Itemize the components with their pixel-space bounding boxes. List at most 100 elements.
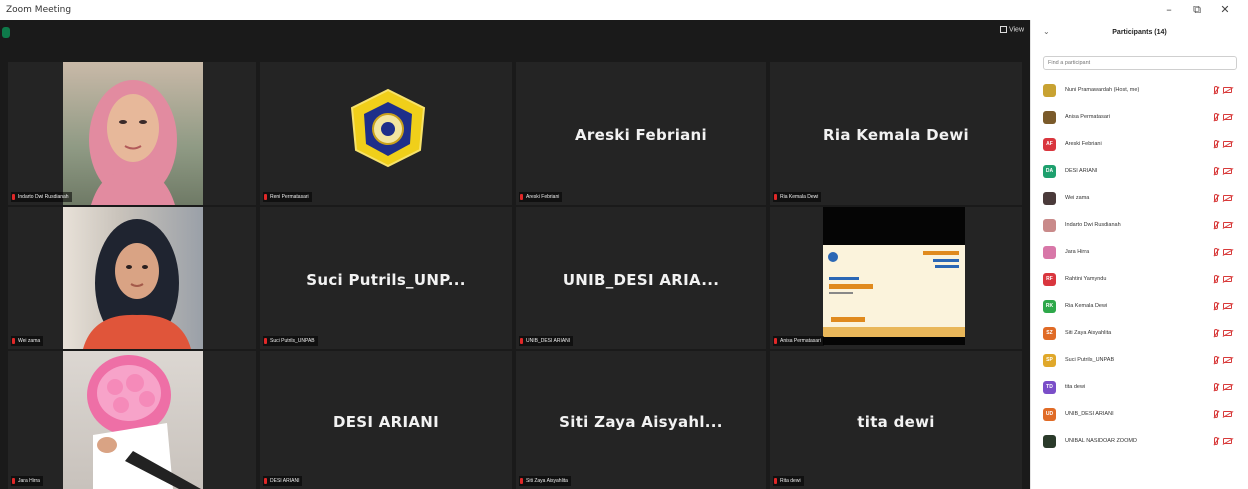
participant-avatar (1043, 246, 1056, 259)
participant-row[interactable]: Nuni Pramawardah (Host, me) (1043, 78, 1237, 105)
participant-status-icons (1214, 221, 1234, 230)
restore-button[interactable]: ⧉ (1186, 2, 1208, 18)
video-tile[interactable]: UNIB_DESI ARIA... UNIB_DESI ARIANI (516, 207, 766, 349)
participants-title: Participants (14) (1112, 29, 1167, 36)
participant-row[interactable]: Anisa Permatasari (1043, 105, 1237, 132)
participant-row[interactable]: AF Areski Febriani (1043, 132, 1237, 159)
mic-muted-icon (1214, 221, 1218, 229)
minimize-button[interactable]: – (1158, 2, 1180, 18)
mic-muted-icon (1214, 113, 1218, 121)
participant-row[interactable]: UNIBAL NASIDOAR ZOOMD (1043, 429, 1237, 456)
video-tile[interactable]: tita dewi Rita dewi (770, 351, 1022, 489)
participant-avatar (1043, 435, 1056, 448)
participant-name: UNIB_DESI ARIANI (1065, 411, 1114, 417)
window-titlebar: Zoom Meeting – ⧉ ✕ (0, 0, 1248, 20)
participant-name: Wei zama (1065, 195, 1090, 201)
mic-muted-icon (774, 477, 777, 484)
mic-muted-icon (264, 337, 267, 344)
participant-status-icons (1214, 383, 1234, 392)
participant-status-icons (1214, 194, 1234, 203)
participant-name-label: UNIB_DESI ARIANI (519, 336, 574, 346)
mic-muted-icon (1214, 275, 1218, 283)
participant-row[interactable]: RF Rahtini Yamyndu (1043, 267, 1237, 294)
participant-status-icons (1214, 86, 1234, 95)
video-off-icon (1223, 438, 1232, 444)
mic-muted-icon (1214, 437, 1218, 445)
participant-name-label: DESI ARIANI (263, 476, 303, 486)
participant-avatar (1043, 192, 1056, 205)
participant-avatar (1043, 111, 1056, 124)
video-tile[interactable]: Jara Hirra (8, 351, 256, 489)
mic-muted-icon (1214, 329, 1218, 337)
mic-muted-icon (520, 193, 523, 200)
participants-panel: ⌄ Participants (14) Nuni Pramawardah (Ho… (1030, 20, 1248, 489)
mic-muted-icon (774, 337, 777, 344)
video-tile[interactable]: Suci Putrils_UNP... Suci Putrils_UNPAB (260, 207, 512, 349)
video-tile[interactable]: Wei zama (8, 207, 256, 349)
participant-name: Anisa Permatasari (1065, 114, 1110, 120)
video-off-icon (1223, 384, 1232, 390)
video-tile[interactable]: Reni Permatasari (260, 62, 512, 205)
participant-row[interactable]: Jara Hirra (1043, 240, 1237, 267)
view-label: View (1008, 26, 1024, 34)
participant-row[interactable]: TD tita dewi (1043, 375, 1237, 402)
mic-muted-icon (1214, 383, 1218, 391)
gallery-grid-icon (999, 26, 1007, 33)
mic-muted-icon (1214, 167, 1218, 175)
participant-name: tita dewi (1065, 384, 1086, 390)
participant-avatar: RF (1043, 273, 1056, 286)
participant-video (63, 351, 203, 489)
participant-row[interactable]: RK Ria Kemala Dewi (1043, 294, 1237, 321)
university-logo (344, 88, 432, 168)
video-off-icon (1223, 249, 1232, 255)
security-shield-icon[interactable] (2, 27, 10, 38)
participant-search-input[interactable] (1043, 56, 1237, 70)
participant-name: Nuni Pramawardah (Host, me) (1065, 87, 1140, 93)
participant-row[interactable]: Indarto Dwi Rusdianah (1043, 213, 1237, 240)
participant-name-label: Siti Zaya Aisyahlita (519, 476, 571, 486)
participant-status-icons (1214, 275, 1234, 284)
participant-name: Siti Zaya Aisyahlita (1065, 330, 1112, 336)
participant-row[interactable]: Wei zama (1043, 186, 1237, 213)
participant-row[interactable]: UD UNIB_DESI ARIANI (1043, 402, 1237, 429)
video-tile[interactable]: DESI ARIANI DESI ARIANI (260, 351, 512, 489)
participant-display-name: Siti Zaya Aisyahl... (559, 413, 723, 431)
video-tile[interactable]: Ria Kemala Dewi Ria Kemala Dewi (770, 62, 1022, 205)
participant-name-label: Reni Permatasari (263, 192, 312, 202)
participant-display-name: UNIB_DESI ARIA... (562, 271, 720, 289)
participant-status-icons (1214, 140, 1234, 149)
participant-row[interactable]: SZ Siti Zaya Aisyahlita (1043, 321, 1237, 348)
video-off-icon (1223, 276, 1232, 282)
mic-muted-icon (1214, 302, 1218, 310)
video-tile[interactable]: Areski Febriani Areski Febriani (516, 62, 766, 205)
participant-name: Areski Febriani (1065, 141, 1102, 147)
mic-muted-icon (12, 337, 15, 344)
participant-status-icons (1214, 167, 1234, 176)
participant-status-icons (1214, 437, 1234, 446)
participant-status-icons (1214, 302, 1234, 311)
video-off-icon (1223, 222, 1232, 228)
participant-row[interactable]: SP Suci Putrils_UNPAB (1043, 348, 1237, 375)
participant-status-icons (1214, 113, 1234, 122)
participant-name-label: Areski Febriani (519, 192, 563, 202)
mic-muted-icon (520, 477, 523, 484)
video-off-icon (1223, 195, 1232, 201)
participant-avatar (1043, 219, 1056, 232)
video-off-icon (1223, 357, 1232, 363)
close-button[interactable]: ✕ (1214, 2, 1236, 18)
mic-muted-icon (1214, 86, 1218, 94)
mic-muted-icon (774, 193, 777, 200)
participant-video (63, 62, 203, 205)
view-button[interactable]: View (999, 26, 1024, 34)
video-tile[interactable]: Indarto Dwi Rusdianah (8, 62, 256, 205)
video-tile[interactable]: Siti Zaya Aisyahl... Siti Zaya Aisyahlit… (516, 351, 766, 489)
participant-row[interactable]: DA DESI ARIANI (1043, 159, 1237, 186)
video-tile[interactable]: Anisa Permatasari (770, 207, 1022, 349)
participant-name-label: Suci Putrils_UNPAB (263, 336, 318, 346)
participant-avatar: SZ (1043, 327, 1056, 340)
participant-avatar: UD (1043, 408, 1056, 421)
participant-name: Rahtini Yamyndu (1065, 276, 1107, 282)
participant-name-label: Wei zama (11, 336, 44, 346)
mic-muted-icon (1214, 140, 1218, 148)
participant-avatar: DA (1043, 165, 1056, 178)
